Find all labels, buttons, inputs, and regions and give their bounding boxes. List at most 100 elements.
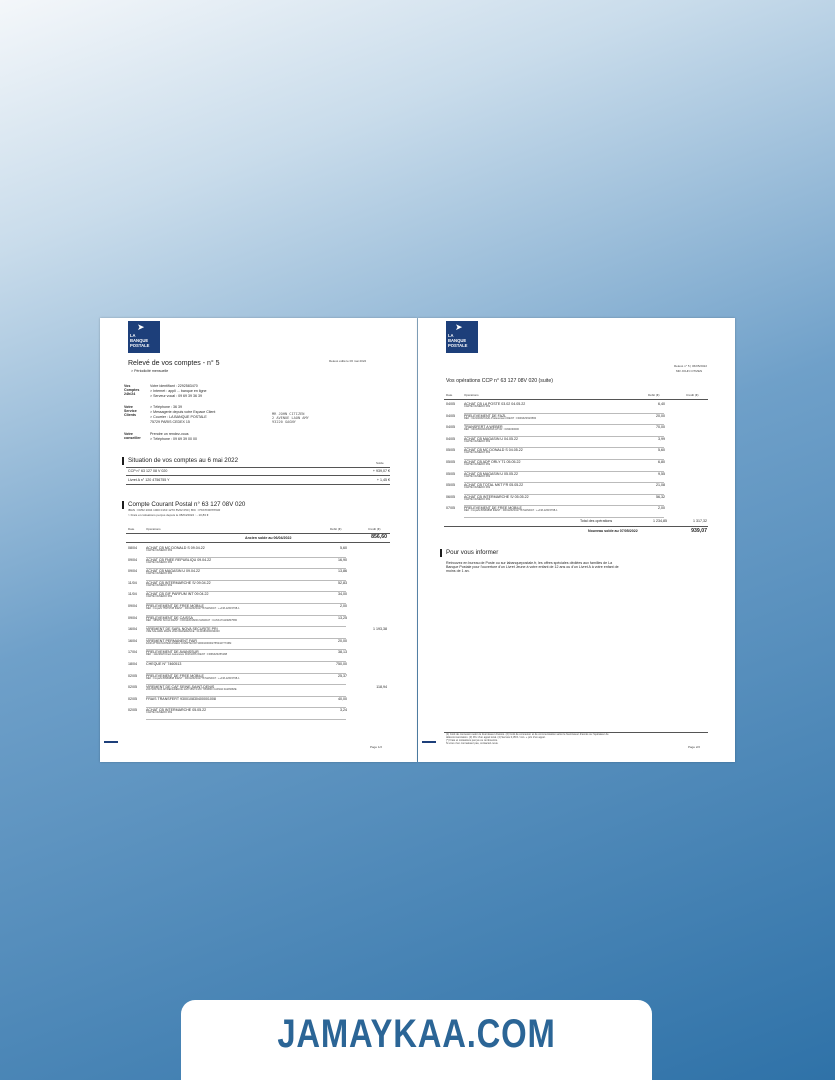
footnotes: (1) Coût de connexion selon le fournisse…	[446, 733, 609, 745]
op-debit: 3,99	[658, 436, 665, 441]
op-date: 09/04	[128, 604, 137, 608]
op-date: 16/04	[128, 638, 137, 643]
op-debit: 2,00	[340, 604, 347, 608]
op-debit: 38,13	[338, 650, 347, 655]
op-detail: CARTE NUMERO 069	[146, 549, 173, 552]
op-detail: REF : 0301059200160816 HTCR : 0334030000	[464, 428, 519, 432]
periodicity: > Périodicité mensuelle	[131, 369, 169, 373]
op-debit: 16,90	[338, 557, 347, 562]
col-date: Date	[128, 527, 135, 531]
op-detail: CARTE NUMERO 069	[146, 572, 173, 576]
op-detail: CARTE NUMERO 069	[464, 451, 491, 455]
contact-line: > Messagerie depuis votre Espace Client	[150, 410, 216, 414]
account-ccp-balance: + 939,07 €	[372, 469, 390, 473]
info-text: Retrouvez en bureau de Poste ou sur laba…	[446, 561, 619, 574]
op-detail: 220718S7404 AP/REFERENCE 220718S74 MO 79…	[146, 688, 237, 692]
op-date: 18/04	[128, 662, 137, 666]
page-number: Page 2/2	[688, 745, 701, 749]
op-debit: 20,00	[656, 413, 665, 418]
op-detail: CARTE NUMERO 069	[146, 560, 173, 564]
contact-line: > Téléphone : 36 39	[150, 405, 183, 409]
col-operations: Opérations	[464, 393, 479, 397]
total-label: Total des opérations	[580, 519, 613, 523]
op-date: 05/05	[446, 471, 455, 476]
op-detail: REF : 985050 SCOA IDENT : FR01ZZ318231 M…	[146, 618, 238, 622]
contact-label: Votre conseiller	[124, 432, 141, 441]
col-debit: Débit (€)	[330, 527, 342, 531]
op-date: 07/05	[446, 506, 455, 511]
op-detail: CARTE NUMERO 069	[146, 583, 173, 587]
watermark-banner: JAMAYKAA.COM	[181, 1000, 652, 1080]
total-debit: 1 234,85	[653, 519, 667, 523]
op-debit: 70,00	[656, 425, 665, 430]
op-date: 02/05	[128, 685, 137, 690]
account-ccp: CCP n° 63 127 08 V 020	[128, 469, 168, 473]
contact-label: Votre Service Clients	[124, 405, 137, 418]
col-debit: Débit (€)	[648, 393, 660, 397]
op-debit: 3,24	[340, 708, 347, 713]
op-date: 17/04	[128, 650, 137, 655]
op-debit: 5,60	[658, 448, 665, 453]
releve-name: MR JOHN CITIZEN	[676, 369, 703, 373]
nouveau-solde-label: Nouveau solde au 07/05/2022	[588, 529, 638, 533]
op-debit: 25,37	[338, 673, 347, 678]
op-debit: 2,00	[658, 506, 665, 511]
contact-line: Votre identifiant : 2292583470	[150, 384, 198, 388]
op-debit: 34,00	[338, 592, 347, 597]
bird-icon: ➤	[137, 322, 145, 332]
page-marker	[104, 741, 118, 743]
op-date: 09/04	[128, 557, 137, 562]
account-livret: Livret A n° 120 4756755 Y	[128, 478, 170, 482]
row-divider	[464, 517, 664, 518]
contact-line: Prendre un rendez-vous	[150, 432, 189, 436]
op-detail: CARTE NUMERO 069	[464, 405, 491, 408]
contact-line: > Téléphone : 09 69 39 00 00	[150, 437, 197, 441]
op-label: CHEQUE N° 7460513	[146, 662, 182, 666]
op-detail: CARTE NUMERO 069	[464, 474, 491, 478]
op-date: 06/05	[446, 494, 455, 499]
op-detail: CARTE NUMERO 069	[464, 486, 491, 490]
op-detail: CARTE NUMERO 069	[464, 463, 491, 466]
situation-title: Situation de vos comptes au 6 mai 2022	[128, 457, 239, 464]
op-detail: FAIR ATTRAYANTER ASARA COMPTE FR71000100…	[146, 641, 232, 645]
info-title: Pour vous informer	[446, 549, 499, 556]
op-detail: VRE SALAIRE MARS 2022 REFERENCE : 014168…	[146, 630, 220, 634]
op-detail: CARTE NUMERO 069	[146, 595, 173, 599]
op-date: 04/05	[446, 402, 455, 406]
op-date: 09/04	[128, 569, 137, 574]
row-divider	[146, 719, 346, 720]
contact-line: 75729 PARIS CEDEX 15	[150, 420, 190, 424]
op-detail: REF : FmpaN 80969898 IDENT : FR01ZZZ3417…	[464, 509, 558, 513]
op-debit: 13,25	[338, 615, 347, 620]
op-debit: 40,00	[338, 696, 347, 701]
op-date: 05/05	[446, 460, 455, 464]
op-date: 02/05	[128, 708, 137, 713]
op-date: 04/05	[446, 425, 455, 430]
op-debit: 21,08	[656, 483, 665, 488]
banner-text: JAMAYKAA.COM	[277, 1012, 556, 1056]
op-credit: 1 193,38	[373, 627, 387, 632]
op-date: 16/04	[128, 627, 137, 632]
account-livret-balance: + 1,45 €	[376, 478, 390, 482]
col-credit: Crédit (€)	[368, 527, 381, 531]
contact-label: Vos Comptes 24h/24	[124, 384, 140, 397]
op-date: 11/04	[128, 580, 137, 585]
contact-line: > Courrier : LA BANQUE POSTALE	[150, 415, 207, 419]
ccp-iban: IBAN : FR52 2004 1000 0163 1270 8V02 050…	[128, 508, 221, 512]
ancien-solde-value: 856,60	[371, 534, 387, 540]
op-debit: 20,00	[338, 638, 347, 643]
op-detail: REF : 0121023M FAZL Prelevement IDENT : …	[464, 416, 537, 420]
releve-ref: Relevé n° 5 | 06/05/2022	[674, 364, 708, 368]
contact-line: > Serveur vocal : 09 69 39 36 39	[150, 394, 203, 398]
op-date: 08/04	[128, 546, 137, 550]
op-debit: 750,00	[336, 662, 347, 666]
op-date: 04/05	[446, 413, 455, 418]
releve-date: Relevé édité le 06 mai 2022	[329, 359, 367, 363]
op-date: 05/05	[446, 483, 455, 488]
op-date: 05/05	[446, 448, 455, 453]
col-operations: Opérations	[146, 527, 161, 531]
op-debit: 9,55	[658, 471, 665, 476]
col-date: Date	[446, 393, 453, 397]
op-detail: REF : FmpaN 80969898 IDENT : FR01ZZZ3417…	[146, 676, 240, 680]
op-detail: REF : 111226M Direct Assurance 0016136S …	[146, 653, 228, 657]
